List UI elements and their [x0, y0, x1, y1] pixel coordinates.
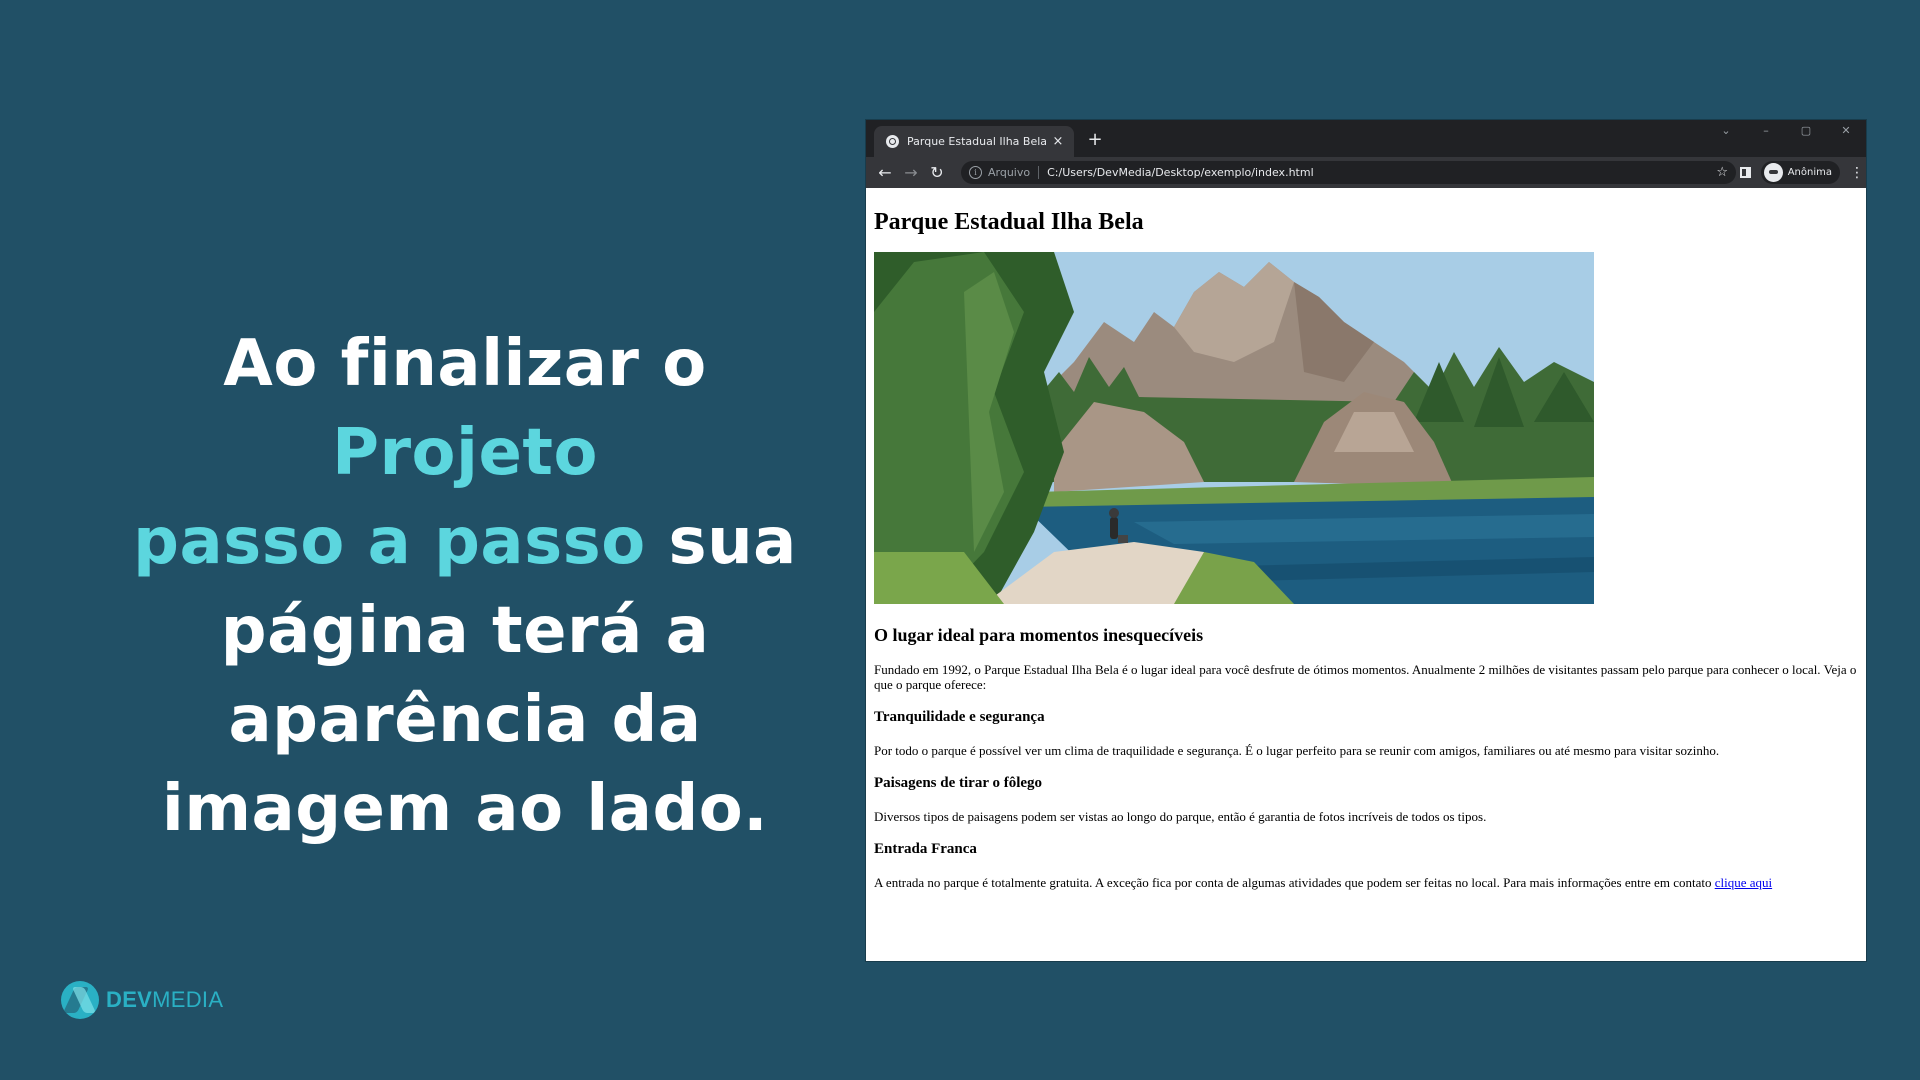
browser-window: Parque Estadual Ilha Bela × + ⌄ – ▢ ✕ ← … [866, 120, 1866, 961]
info-icon[interactable]: i [969, 166, 982, 179]
side-panel-icon[interactable] [1739, 167, 1751, 178]
headline-text: Ao finalizar o [223, 327, 707, 401]
brand-name: DEVMEDIA [106, 987, 223, 1013]
section-text: Diversos tipos de paisagens podem ser vi… [874, 809, 1487, 824]
section-heading: Paisagens de tirar o fôlego [874, 775, 1043, 791]
reload-button[interactable]: ↻ [924, 160, 950, 186]
page-title: Parque Estadual Ilha Bela [874, 209, 1144, 235]
devmedia-logo-icon [61, 981, 99, 1019]
profile-label: Anônima [1787, 167, 1832, 178]
devmedia-logo: DEVMEDIA [61, 980, 223, 1020]
address-bar[interactable]: i Arquivo C:/Users/DevMedia/Desktop/exem… [961, 161, 1736, 184]
profile-button[interactable]: Anônima [1760, 161, 1840, 184]
headline-line-1: Ao finalizar o Projeto [95, 320, 835, 498]
back-button[interactable]: ← [872, 160, 898, 186]
section-text: Por todo o parque é possível ver um clim… [874, 743, 1720, 758]
headline-text: sua [645, 505, 797, 579]
browser-tab[interactable]: Parque Estadual Ilha Bela × [874, 126, 1074, 157]
headline-accent: passo a passo [133, 505, 646, 579]
window-controls: ⌄ – ▢ ✕ [1706, 120, 1866, 142]
toolbar-actions: Anônima ⋮ [1739, 160, 1864, 185]
url-text[interactable]: C:/Users/DevMedia/Desktop/exemplo/index.… [1047, 166, 1716, 179]
scheme-label: Arquivo [988, 166, 1031, 179]
intro-paragraph: Fundado em 1992, o Parque Estadual Ilha … [874, 662, 1857, 692]
omnibox-divider [1038, 166, 1040, 179]
bookmark-star-icon[interactable]: ☆ [1716, 165, 1728, 180]
new-tab-button[interactable]: + [1084, 129, 1106, 151]
incognito-avatar-icon [1763, 163, 1783, 182]
close-window-button[interactable]: ✕ [1826, 120, 1866, 142]
section-heading: Entrada Franca [874, 841, 977, 857]
section-text: A entrada no parque é totalmente gratuit… [874, 875, 1858, 890]
tab-title: Parque Estadual Ilha Bela [907, 135, 1048, 148]
headline-line-4: aparência da [228, 683, 702, 757]
tab-close-icon[interactable]: × [1050, 134, 1066, 149]
minimize-button[interactable]: – [1746, 120, 1786, 142]
brand-name-light: MEDIA [152, 987, 224, 1012]
headline-line-3: página terá a [220, 594, 710, 668]
page-content: Parque Estadual Ilha Bela O lugar ideal … [866, 188, 1866, 961]
hero-image [874, 252, 1594, 604]
brand-name-bold: DEV [106, 987, 153, 1012]
contact-link[interactable]: clique aqui [1715, 875, 1772, 890]
section-heading: Tranquilidade e segurança [874, 709, 1045, 725]
page-subtitle: O lugar ideal para momentos inesquecívei… [874, 625, 1204, 645]
globe-icon [886, 135, 899, 148]
browser-toolbar: ← → ↻ i Arquivo C:/Users/DevMedia/Deskto… [866, 157, 1866, 188]
headline-line-2: passo a passo sua [95, 498, 835, 587]
headline: Ao finalizar o Projeto passo a passo sua… [95, 320, 835, 854]
tab-search-icon[interactable]: ⌄ [1706, 120, 1746, 142]
maximize-button[interactable]: ▢ [1786, 120, 1826, 142]
headline-line-5: imagem ao lado. [161, 772, 769, 846]
headline-accent: Projeto [332, 416, 598, 490]
forward-button[interactable]: → [898, 160, 924, 186]
tab-strip: Parque Estadual Ilha Bela × + ⌄ – ▢ ✕ [866, 120, 1866, 157]
lake-with-rocks-photo [874, 252, 1594, 604]
section-text-body: A entrada no parque é totalmente gratuit… [874, 875, 1715, 890]
menu-icon[interactable]: ⋮ [1850, 165, 1864, 181]
